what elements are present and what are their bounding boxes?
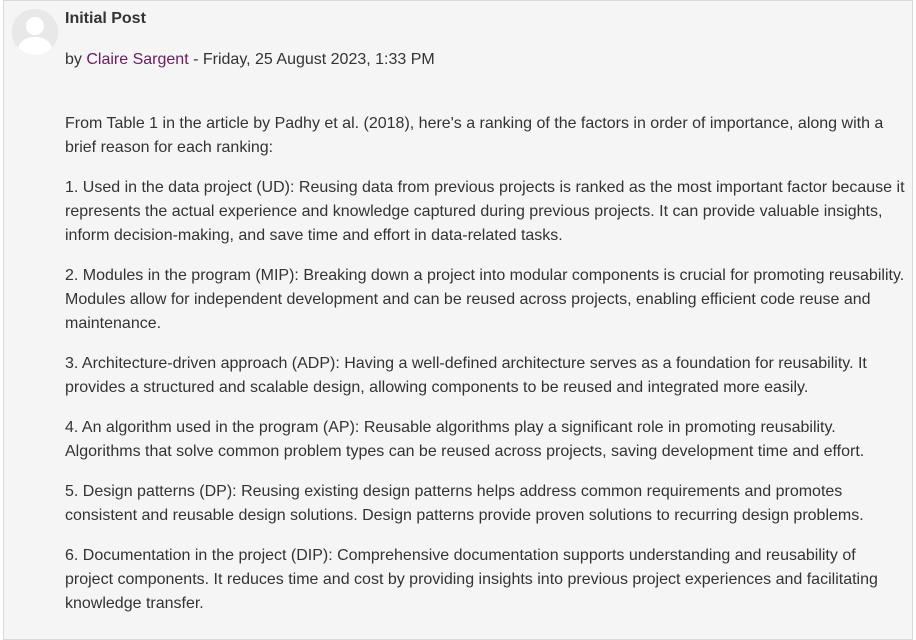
- post-byline: by Claire Sargent - Friday, 25 August 20…: [65, 51, 435, 69]
- byline-prefix: by: [65, 51, 82, 68]
- post-paragraph-5: 5. Design patterns (DP): Reusing existin…: [65, 483, 864, 524]
- post-content: From Table 1 in the article by Padhy et …: [65, 112, 908, 632]
- post-paragraph-1: 1. Used in the data project (UD): Reusin…: [65, 179, 905, 244]
- forum-post: Initial Post by Claire Sargent - Friday,…: [3, 0, 913, 640]
- post-paragraph-4: 4. An algorithm used in the program (AP)…: [65, 419, 865, 460]
- author-link[interactable]: Claire Sargent: [86, 51, 188, 68]
- post-subject: Initial Post: [65, 10, 146, 27]
- user-avatar-icon[interactable]: [12, 9, 58, 55]
- byline-separator: -: [193, 51, 199, 68]
- post-paragraph-2: 2. Modules in the program (MIP): Breakin…: [65, 267, 905, 332]
- post-datetime: Friday, 25 August 2023, 1:33 PM: [202, 51, 435, 68]
- post-paragraph-intro: From Table 1 in the article by Padhy et …: [65, 115, 884, 156]
- post-paragraph-3: 3. Architecture-driven approach (ADP): H…: [65, 355, 867, 396]
- post-paragraph-6: 6. Documentation in the project (DIP): C…: [65, 547, 878, 612]
